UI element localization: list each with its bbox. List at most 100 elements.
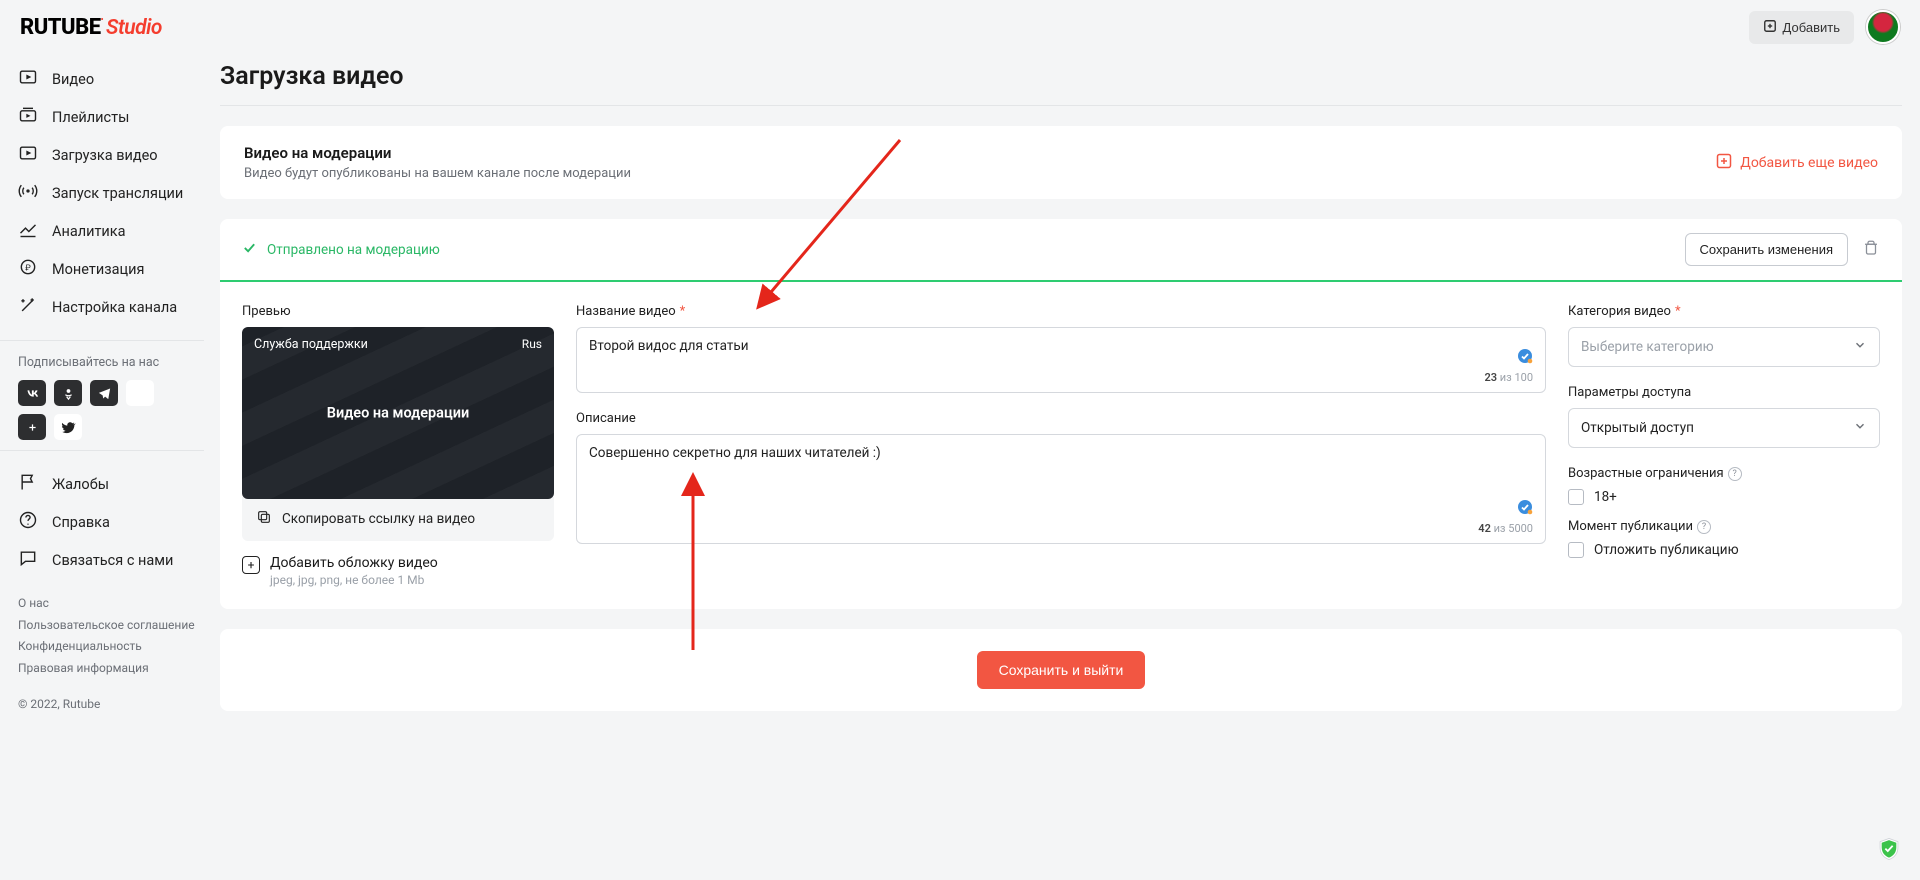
settings-column: Категория видео* Выберите категорию Пара… <box>1568 304 1880 587</box>
sidebar-item-live[interactable]: Запуск трансляции <box>18 174 204 212</box>
sidebar-item-video[interactable]: Видео <box>18 60 204 98</box>
desc-counter: 42 из 5000 <box>1478 522 1533 535</box>
wand-icon <box>18 295 38 319</box>
footer-link[interactable]: Правовая информация <box>18 658 204 680</box>
check-icon <box>242 240 257 259</box>
add-cover-hint: jpeg, jpg, png, не более 1 Mb <box>270 573 438 587</box>
chevron-down-icon <box>1853 338 1867 356</box>
video-desc-input[interactable] <box>589 445 1533 533</box>
thumb-overlay: Видео на модерации <box>327 405 469 422</box>
editor-topbar: Отправлено на модерацию Сохранить измене… <box>220 219 1902 282</box>
analytics-icon <box>18 219 38 243</box>
sidebar-item-help[interactable]: Справка <box>18 503 204 541</box>
grammar-check-icon[interactable] <box>1517 348 1533 364</box>
social-extra[interactable] <box>126 380 154 406</box>
category-value: Выберите категорию <box>1581 339 1714 355</box>
access-select[interactable]: Открытый доступ <box>1568 408 1880 448</box>
chevron-down-icon <box>1853 419 1867 437</box>
footer-link[interactable]: Конфиденциальность <box>18 636 204 658</box>
copy-link-button[interactable]: Скопировать ссылку на видео <box>242 497 554 541</box>
sidebar-item-label: Справка <box>52 514 110 531</box>
save-exit-card: Сохранить и выйти <box>220 629 1902 711</box>
banner-subtitle: Видео будут опубликованы на вашем канале… <box>244 166 631 181</box>
preview-column: Превью Служба поддержки Rus Видео на мод… <box>242 304 554 587</box>
flag-icon <box>18 472 38 496</box>
add-more-video-button[interactable]: Добавить еще видео <box>1716 153 1878 173</box>
sidebar-item-label: Запуск трансляции <box>52 185 183 202</box>
age-option-label: 18+ <box>1594 489 1617 505</box>
sidebar-item-label: Монетизация <box>52 261 144 278</box>
logo-sub: Studio <box>106 16 162 40</box>
footer-link[interactable]: Пользовательское соглашение <box>18 615 204 637</box>
social-telegram[interactable] <box>90 380 118 406</box>
logo-dot-icon: • <box>101 15 103 24</box>
avatar[interactable] <box>1866 10 1900 44</box>
coin-icon: ₽ <box>18 257 38 281</box>
add-cover-label: Добавить обложку видео <box>270 555 438 571</box>
sidebar-item-monetization[interactable]: ₽ Монетизация <box>18 250 204 288</box>
delay-publish-row[interactable]: Отложить публикацию <box>1568 542 1880 558</box>
broadcast-icon <box>18 181 38 205</box>
plus-square-icon <box>1716 153 1732 173</box>
access-value: Открытый доступ <box>1581 420 1694 436</box>
social-ok[interactable] <box>54 380 82 406</box>
save-exit-button[interactable]: Сохранить и выйти <box>977 651 1146 689</box>
copy-icon <box>256 509 272 529</box>
access-label: Параметры доступа <box>1568 385 1880 400</box>
chat-icon <box>18 548 38 572</box>
security-shield-badge[interactable] <box>1874 834 1904 864</box>
logo[interactable]: RUTUBE • Studio <box>20 15 162 40</box>
sidebar-item-upload[interactable]: Загрузка видео <box>18 136 204 174</box>
age-checkbox-row[interactable]: 18+ <box>1568 489 1880 505</box>
social-row <box>18 380 204 406</box>
sidebar-item-settings[interactable]: Настройка канала <box>18 288 204 326</box>
social-twitter[interactable] <box>54 414 82 440</box>
age-label: Возрастные ограничения ? <box>1568 466 1880 481</box>
add-button-label: Добавить <box>1783 20 1840 35</box>
sidebar-item-label: Жалобы <box>52 476 109 493</box>
grammar-check-icon[interactable] <box>1517 499 1533 515</box>
social-plus[interactable] <box>18 414 46 440</box>
sidebar-item-contact[interactable]: Связаться с нами <box>18 541 204 579</box>
help-icon <box>18 510 38 534</box>
sidebar-separator <box>0 340 204 341</box>
sidebar-item-label: Связаться с нами <box>52 552 173 569</box>
checkbox[interactable] <box>1568 489 1584 505</box>
video-thumbnail[interactable]: Служба поддержки Rus Видео на модерации <box>242 327 554 499</box>
copyright: © 2022, Rutube <box>18 697 204 711</box>
sidebar-item-label: Аналитика <box>52 223 126 240</box>
help-icon[interactable]: ? <box>1697 520 1711 534</box>
add-more-label: Добавить еще видео <box>1740 155 1878 171</box>
add-cover-button[interactable]: + Добавить обложку видео jpeg, jpg, png,… <box>242 555 554 587</box>
required-mark: * <box>680 304 686 319</box>
required-mark: * <box>1675 304 1681 319</box>
social-row-2 <box>18 414 204 440</box>
help-icon[interactable]: ? <box>1728 467 1742 481</box>
thumb-lang: Rus <box>522 337 542 351</box>
banner-title: Видео на модерации <box>244 144 631 162</box>
upload-icon <box>18 143 38 167</box>
sidebar-item-analytics[interactable]: Аналитика <box>18 212 204 250</box>
sidebar-item-label: Настройка канала <box>52 299 177 316</box>
svg-text:₽: ₽ <box>25 263 31 273</box>
video-title-wrap: 23 из 100 <box>576 327 1546 393</box>
save-changes-button[interactable]: Сохранить изменения <box>1685 233 1849 266</box>
delay-publish-label: Отложить публикацию <box>1594 542 1739 558</box>
category-select[interactable]: Выберите категорию <box>1568 327 1880 367</box>
checkbox[interactable] <box>1568 542 1584 558</box>
status-label: Отправлено на модерацию <box>267 242 440 258</box>
video-editor-card: Отправлено на модерацию Сохранить измене… <box>220 219 1902 609</box>
footer-link[interactable]: О нас <box>18 593 204 615</box>
video-title-input[interactable] <box>589 338 1533 382</box>
topbar: RUTUBE • Studio Добавить <box>0 0 1920 54</box>
subscribe-label: Подписывайтесь на нас <box>18 355 204 370</box>
delete-button[interactable] <box>1862 239 1880 261</box>
main: Загрузка видео Видео на модерации Видео … <box>220 62 1902 880</box>
social-vk[interactable] <box>18 380 46 406</box>
sidebar-item-label: Видео <box>52 71 94 88</box>
sidebar-item-complaints[interactable]: Жалобы <box>18 465 204 503</box>
preview-label: Превью <box>242 304 554 319</box>
sidebar-item-playlists[interactable]: Плейлисты <box>18 98 204 136</box>
copy-link-label: Скопировать ссылку на видео <box>282 511 475 527</box>
add-button[interactable]: Добавить <box>1749 11 1854 44</box>
